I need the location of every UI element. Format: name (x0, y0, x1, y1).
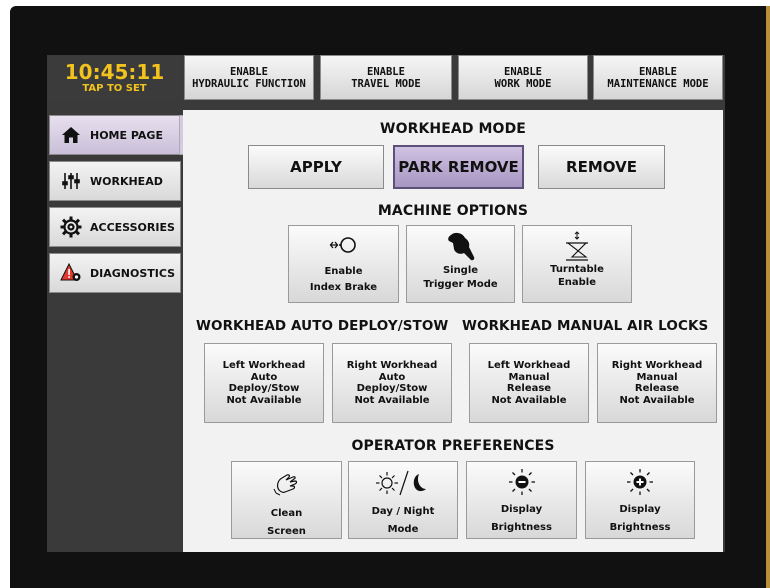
right-workhead-auto-deploy-tile[interactable]: Right Workhead Auto Deploy/Stow Not Avai… (332, 343, 452, 423)
remove-button[interactable]: REMOVE (538, 145, 665, 189)
button-line-1: ENABLE (230, 65, 268, 78)
button-line-1: ENABLE (504, 65, 542, 78)
sidebar-item-label: ACCESSORIES (90, 220, 175, 234)
clock-time: 10:45:11 (64, 60, 165, 84)
left-workhead-auto-deploy-tile[interactable]: Left Workhead Auto Deploy/Stow Not Avail… (204, 343, 324, 423)
tile-line-2: Enable (557, 277, 597, 288)
left-workhead-manual-release-tile[interactable]: Left Workhead Manual Release Not Availab… (469, 343, 589, 423)
apply-button[interactable]: APPLY (248, 145, 384, 189)
clock-tap-label: TAP TO SET (82, 83, 147, 94)
tile-line: Auto (250, 371, 278, 383)
brightness-down-icon (467, 468, 576, 499)
display-brightness-up-tile[interactable]: Display Brightness (585, 461, 695, 539)
warning-icon (58, 262, 84, 284)
turntable-icon (523, 231, 631, 266)
tile-line: Left Workhead (222, 360, 306, 371)
button-line-2: WORK MODE (494, 77, 552, 90)
tile-line: Left Workhead (487, 360, 571, 371)
sun-moon-icon (349, 469, 457, 500)
day-night-mode-tile[interactable]: Day / Night Mode (348, 461, 458, 539)
button-line-2: MAINTENANCE MODE (607, 77, 709, 90)
home-icon (58, 124, 84, 146)
hand-trigger-icon (407, 231, 514, 268)
tile-line: Right Workhead (611, 360, 703, 371)
tile-line-2: Mode (387, 524, 419, 535)
sidebar-item-label: HOME PAGE (90, 128, 163, 142)
enable-maintenance-mode-button[interactable]: ENABLE MAINTENANCE MODE (593, 55, 723, 100)
tile-line: Not Available (491, 394, 567, 406)
workhead-manual-air-locks-title: WORKHEAD MANUAL AIR LOCKS (462, 318, 709, 334)
tile-line-2: Brightness (609, 522, 671, 533)
tile-line: Release (506, 383, 552, 394)
gear-icon (58, 216, 84, 238)
tile-line-1: Clean (270, 508, 303, 519)
tile-line-2: Screen (267, 526, 306, 537)
clean-screen-tile[interactable]: Clean Screen (231, 461, 342, 539)
workhead-mode-title: WORKHEAD MODE (380, 121, 526, 137)
sidebar-item-home-page[interactable]: HOME PAGE (49, 115, 181, 155)
sidebar-item-label: WORKHEAD (90, 174, 163, 188)
button-line-2: TRAVEL MODE (351, 77, 421, 90)
tile-line: Manual (508, 371, 550, 383)
device-bezel-edge (766, 6, 770, 588)
tile-line: Manual (636, 371, 678, 383)
tile-line-2: Brightness (491, 522, 552, 533)
park-remove-button[interactable]: PARK REMOVE (393, 145, 524, 189)
tile-line: Auto (378, 371, 406, 383)
index-brake-tile[interactable]: Enable Index Brake (288, 225, 399, 303)
tile-line: Not Available (354, 394, 430, 406)
sidebar-item-accessories[interactable]: ACCESSORIES (49, 207, 181, 247)
enable-hydraulic-function-button[interactable]: ENABLE HYDRAULIC FUNCTION (184, 55, 314, 100)
clean-hand-icon (232, 472, 341, 499)
enable-travel-mode-button[interactable]: ENABLE TRAVEL MODE (320, 55, 452, 100)
tile-line-1: Day / Night (371, 506, 435, 517)
operator-preferences-title: OPERATOR PREFERENCES (351, 438, 555, 454)
enable-work-mode-button[interactable]: ENABLE WORK MODE (458, 55, 588, 100)
sliders-icon (58, 170, 84, 192)
button-line-1: ENABLE (639, 65, 677, 78)
tile-line-2: Index Brake (309, 282, 378, 293)
single-trigger-mode-tile[interactable]: Single Trigger Mode (406, 225, 515, 303)
sidebar-item-workhead[interactable]: WORKHEAD (49, 161, 181, 201)
tile-line-1: Enable (324, 266, 363, 277)
sidebar-item-diagnostics[interactable]: DIAGNOSTICS (49, 253, 181, 293)
display-brightness-down-tile[interactable]: Display Brightness (466, 461, 577, 539)
tile-line: Not Available (226, 394, 302, 406)
tile-line-1: Turntable (550, 264, 604, 275)
clock-display[interactable]: 10:45:11 TAP TO SET (49, 56, 180, 100)
tile-line: Right Workhead (346, 360, 438, 371)
index-brake-icon (289, 234, 398, 259)
turntable-enable-tile[interactable]: Turntable Enable (522, 225, 632, 303)
brightness-up-icon (586, 468, 694, 499)
tile-line: Deploy/Stow (228, 383, 300, 394)
tile-line-1: Display (619, 504, 661, 515)
workhead-auto-deploy-title: WORKHEAD AUTO DEPLOY/STOW (196, 318, 449, 334)
machine-options-title: MACHINE OPTIONS (377, 203, 529, 219)
tile-line: Deploy/Stow (356, 383, 428, 394)
tile-line: Not Available (619, 394, 695, 406)
tile-line-2: Trigger Mode (423, 279, 498, 290)
sidebar-item-label: DIAGNOSTICS (90, 266, 176, 280)
tile-line-1: Display (500, 504, 543, 515)
tile-line: Release (634, 383, 680, 394)
tile-line-1: Single (442, 265, 479, 276)
button-line-1: ENABLE (367, 65, 405, 78)
button-line-2: HYDRAULIC FUNCTION (192, 77, 306, 90)
right-workhead-manual-release-tile[interactable]: Right Workhead Manual Release Not Availa… (597, 343, 717, 423)
